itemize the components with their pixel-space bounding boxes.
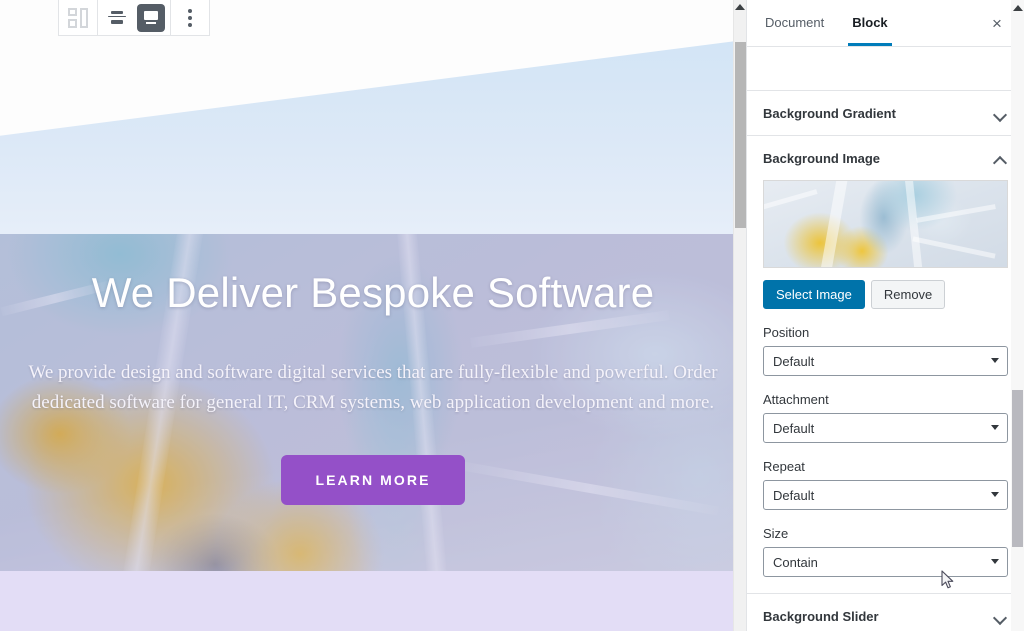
panel-background-gradient-title: Background Gradient (763, 105, 896, 121)
panel-background-slider-title: Background Slider (763, 608, 879, 624)
panel-background-image-title: Background Image (763, 150, 881, 166)
canvas-scrollbar-thumb[interactable] (735, 42, 746, 228)
repeat-select[interactable]: Default (763, 480, 1008, 510)
panel-background-image-body: Select Image Remove Position Default Att… (747, 180, 1024, 593)
toolbar-group-alignment (98, 0, 171, 35)
image-action-buttons: Select Image Remove (763, 280, 1008, 309)
canvas-scroll-up-arrow-icon[interactable] (735, 4, 745, 10)
field-position: Position Default (763, 325, 1008, 376)
toolbar-group-more (171, 0, 209, 35)
more-options-button[interactable] (173, 1, 207, 35)
hero-content: We Deliver Bespoke Software We provide d… (0, 234, 746, 571)
field-size: Size Contain (763, 526, 1008, 577)
chevron-down-icon[interactable] (994, 109, 1008, 118)
full-width-button[interactable] (137, 3, 165, 32)
attachment-select[interactable]: Default (763, 413, 1008, 443)
block-settings-sidebar: Document Block × Background Gradient Bac… (746, 0, 1024, 631)
remove-image-button[interactable]: Remove (870, 280, 946, 309)
sidebar-top-blank-panel (747, 47, 1024, 91)
hero-title[interactable]: We Deliver Bespoke Software (92, 269, 655, 316)
toolbar-group-block-type (59, 0, 98, 35)
panel-background-slider-header[interactable]: Background Slider (747, 594, 1024, 631)
editor-canvas: We Deliver Bespoke Software We provide d… (0, 0, 746, 631)
sidebar-scrollbar-thumb[interactable] (1012, 390, 1023, 547)
hero-paragraph[interactable]: We provide design and software digital s… (28, 358, 718, 417)
chevron-down-icon[interactable] (994, 612, 1008, 621)
bottom-lavender-block[interactable] (0, 571, 746, 631)
sidebar-scroll-up-arrow-icon[interactable] (1012, 5, 1023, 11)
size-select[interactable]: Contain (763, 547, 1008, 577)
canvas-scrollbar[interactable] (733, 0, 746, 631)
background-image-thumbnail[interactable] (763, 180, 1008, 268)
block-toolbar (58, 0, 210, 36)
more-options-vertical-dots-icon (188, 8, 192, 27)
close-sidebar-button[interactable]: × (984, 10, 1010, 36)
sidebar-body: Background Gradient Background Image Sel… (747, 47, 1024, 631)
position-select[interactable]: Default (763, 346, 1008, 376)
columns-icon (68, 7, 88, 28)
panel-background-gradient: Background Gradient (747, 91, 1024, 136)
panel-background-image: Background Image Select Image Remove Pos… (747, 136, 1024, 594)
tab-document[interactable]: Document (765, 0, 824, 46)
repeat-label: Repeat (763, 459, 805, 474)
close-icon: × (992, 13, 1002, 33)
attachment-label: Attachment (763, 392, 829, 407)
change-alignment-button[interactable] (100, 1, 134, 35)
field-repeat: Repeat Default (763, 459, 1008, 510)
chevron-up-icon[interactable] (994, 154, 1008, 163)
field-attachment: Attachment Default (763, 392, 1008, 443)
panel-background-image-header[interactable]: Background Image (747, 136, 1024, 180)
tab-block[interactable]: Block (848, 0, 893, 46)
select-image-button[interactable]: Select Image (763, 280, 865, 309)
sidebar-header: Document Block × (747, 0, 1024, 47)
hero-cover-block[interactable]: We Deliver Bespoke Software We provide d… (0, 234, 746, 571)
wordpress-block-editor: We Deliver Bespoke Software We provide d… (0, 0, 1024, 631)
panel-background-slider: Background Slider (747, 594, 1024, 631)
sidebar-scrollbar[interactable] (1011, 0, 1024, 631)
position-label: Position (763, 325, 810, 340)
block-type-button[interactable] (61, 1, 95, 35)
full-width-icon (143, 10, 159, 26)
panel-background-gradient-header[interactable]: Background Gradient (747, 91, 1024, 135)
learn-more-button[interactable]: LEARN MORE (281, 455, 465, 506)
change-alignment-icon (108, 10, 126, 26)
size-label: Size (763, 526, 789, 541)
